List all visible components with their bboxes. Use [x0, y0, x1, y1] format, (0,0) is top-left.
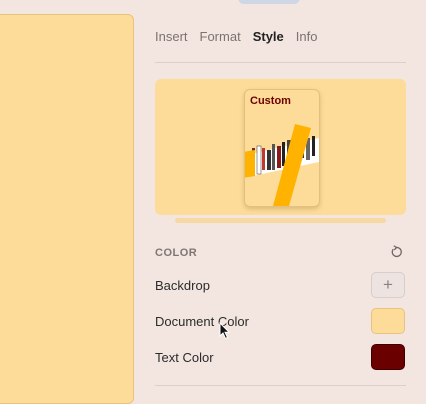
tab-info[interactable]: Info [296, 29, 318, 44]
preview-stack-shadow [175, 218, 386, 223]
tab-style[interactable]: Style [253, 29, 284, 44]
document-color-label: Document Color [155, 314, 249, 329]
tabs-divider [155, 62, 406, 63]
backdrop-label: Backdrop [155, 278, 210, 293]
inspector-tabs: Insert Format Style Info [155, 29, 317, 44]
reset-icon[interactable] [389, 245, 403, 264]
thumbnail-title: Custom [250, 95, 291, 107]
text-color-swatch[interactable] [371, 344, 405, 370]
document-color-swatch[interactable] [371, 308, 405, 334]
color-section-heading: COLOR [155, 247, 198, 259]
style-preview: Custom [155, 79, 406, 215]
mouse-pointer-icon [219, 322, 231, 340]
style-thumbnail[interactable]: Custom [244, 89, 320, 207]
tab-insert[interactable]: Insert [155, 29, 188, 44]
tab-format[interactable]: Format [200, 29, 241, 44]
text-color-label: Text Color [155, 350, 214, 365]
inspector-panel: Insert Format Style Info Custom COLOR Ba… [155, 0, 406, 390]
document-canvas[interactable] [0, 14, 134, 404]
thumbnail-artwork [245, 124, 319, 206]
add-backdrop-button[interactable]: + [371, 272, 405, 298]
section-divider [155, 385, 406, 386]
plus-icon: + [383, 275, 393, 294]
